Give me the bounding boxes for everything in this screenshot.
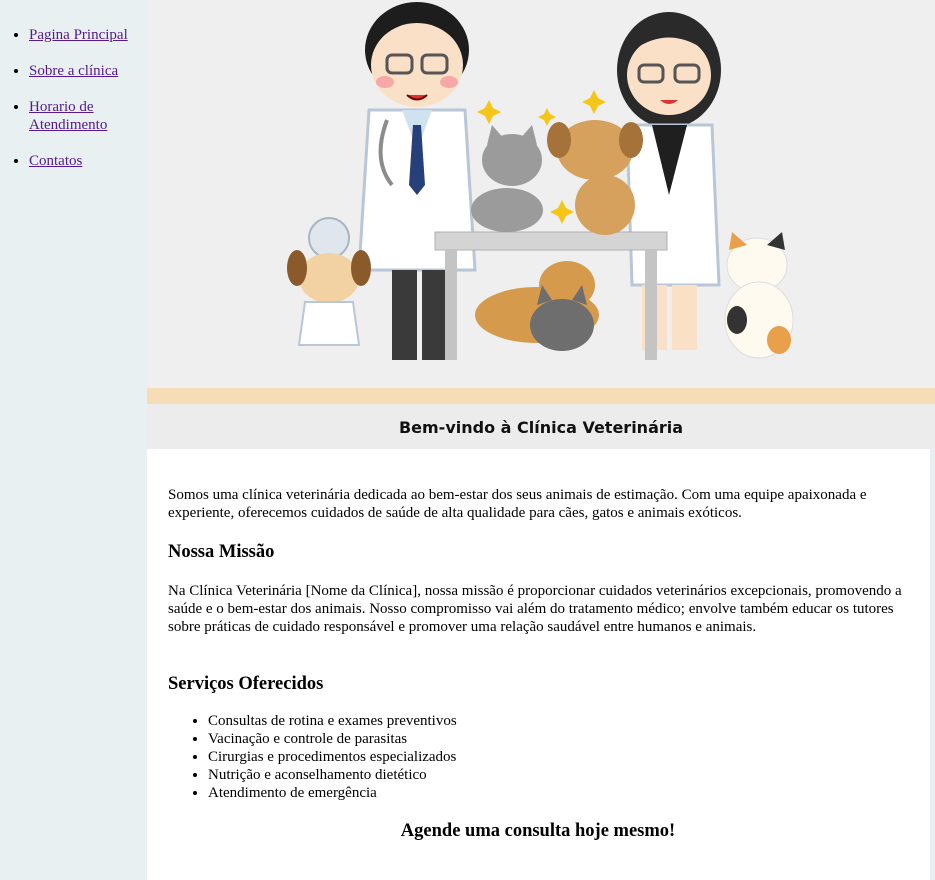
main-content: Bem-vindo à Clínica Veterinária Somos um… — [147, 0, 935, 880]
list-item: Cirurgias e procedimentos especializados — [208, 748, 457, 766]
animals-under-table — [475, 261, 599, 351]
services-heading: Serviços Oferecidos — [168, 674, 324, 694]
list-item: Atendimento de emergência — [208, 784, 457, 802]
mission-heading: Nossa Missão — [168, 542, 275, 562]
list-item: Consultas de rotina e exames preventivos — [208, 712, 457, 730]
nav-item-about: Sobre a clínica — [29, 62, 147, 80]
calico-cat — [724, 232, 794, 359]
nav-list: Pagina Principal Sobre a clínica Horario… — [0, 0, 147, 170]
male-vet-figure — [357, 2, 477, 360]
hero-floor — [147, 388, 935, 404]
services-list: Consultas de rotina e exames preventivos… — [168, 712, 457, 802]
intro-paragraph: Somos uma clínica veterinária dedicada a… — [168, 487, 867, 521]
nav-item-home: Pagina Principal — [29, 26, 147, 44]
hero-caption: Bem-vindo à Clínica Veterinária — [147, 404, 935, 449]
list-item: Nutrição e aconselhamento dietético — [208, 766, 457, 784]
hero-illustration — [287, 2, 794, 360]
mission-paragraph: Na Clínica Veterinária [Nome da Clínica]… — [168, 583, 902, 635]
list-item: Vacinação e controle de parasitas — [208, 730, 457, 748]
cat-on-table — [471, 125, 543, 232]
nav-link-home[interactable]: Pagina Principal — [29, 27, 128, 43]
nav-link-contacts[interactable]: Contatos — [29, 153, 82, 169]
nav-item-contacts: Contatos — [29, 152, 147, 170]
cta-heading: Agende uma consulta hoje mesmo! — [400, 821, 676, 841]
nav-link-hours[interactable]: Horario de Atendimento — [29, 99, 107, 133]
small-dog-doctor — [287, 217, 371, 346]
nav-item-hours: Horario de Atendimento — [29, 98, 147, 134]
sidebar-nav: Pagina Principal Sobre a clínica Horario… — [0, 0, 147, 880]
female-vet-figure — [617, 12, 721, 350]
nav-link-about[interactable]: Sobre a clínica — [29, 63, 118, 79]
hero-banner: Bem-vindo à Clínica Veterinária — [147, 0, 935, 449]
